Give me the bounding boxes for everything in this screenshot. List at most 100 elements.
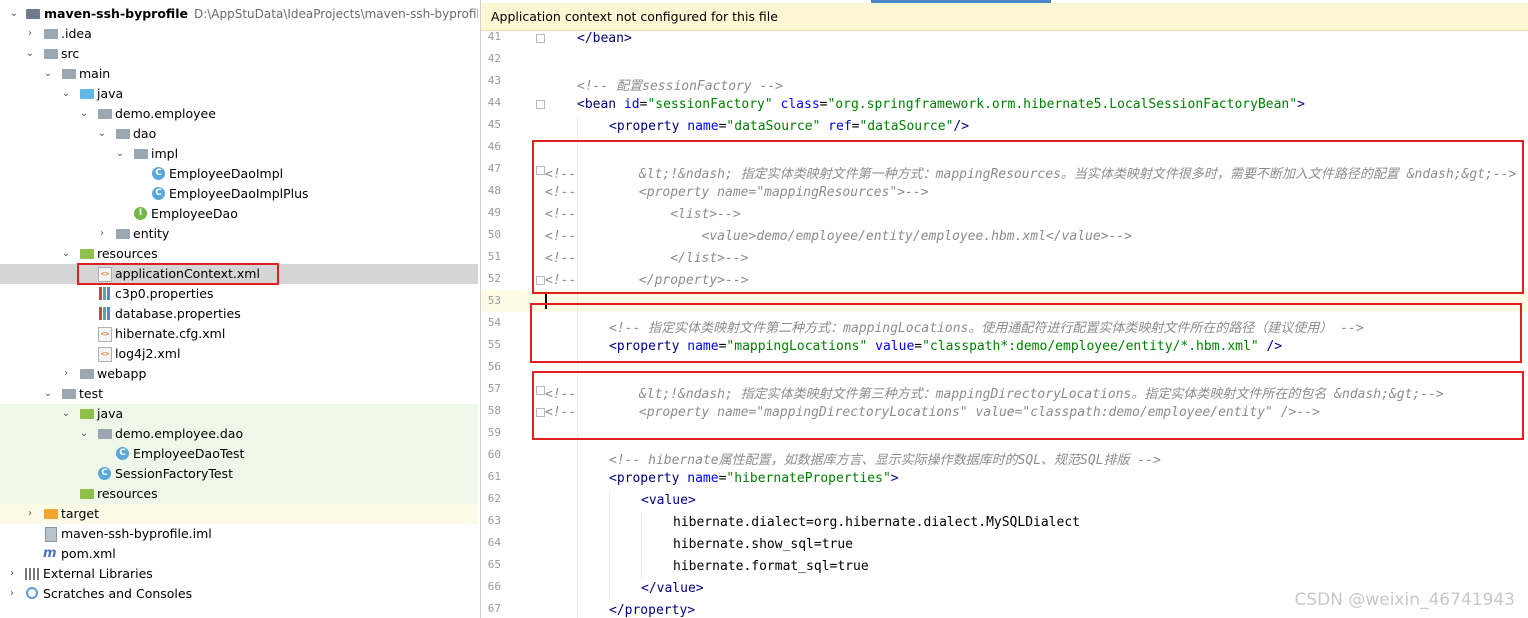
- tree-item-demo-employee[interactable]: ⌄ demo.employee: [0, 104, 478, 124]
- tree-item-target[interactable]: › target: [0, 504, 478, 524]
- chevron-down-icon[interactable]: ⌄: [8, 4, 20, 24]
- chevron-right-icon[interactable]: ›: [60, 364, 72, 384]
- code-token: </bean>: [577, 31, 632, 46]
- line-number: 55: [487, 338, 501, 351]
- tree-item-label: c3p0.properties: [115, 286, 214, 301]
- fold-marker[interactable]: [536, 34, 545, 43]
- chevron-down-icon[interactable]: ⌄: [42, 384, 54, 404]
- code-token: >: [890, 471, 899, 486]
- tree-item-external-libraries[interactable]: › External Libraries: [0, 564, 478, 584]
- tree-item-test[interactable]: ⌄ test: [0, 384, 478, 404]
- code-token: <property: [609, 119, 688, 134]
- tree-item-test-resources[interactable]: resources: [0, 484, 478, 504]
- line-number: 49: [487, 206, 501, 219]
- code-token: />: [953, 119, 970, 134]
- tree-item-label: pom.xml: [61, 546, 116, 561]
- code-line: <!-- hibernate属性配置，如数据库方言、显示实际操作数据库时的SQL…: [609, 449, 1161, 468]
- line-number: 43: [487, 74, 501, 87]
- code-token: <property: [609, 471, 688, 486]
- tree-item-main-java[interactable]: ⌄ java: [0, 84, 478, 104]
- tree-item-sessionfactorytest[interactable]: C SessionFactoryTest: [0, 464, 478, 484]
- tree-item-label: java: [97, 86, 124, 101]
- highlight-box: [530, 303, 1522, 363]
- tree-item-employeedaoimpl[interactable]: C EmployeeDaoImpl: [0, 164, 478, 184]
- tree-item-pom[interactable]: m pom.xml: [0, 544, 478, 564]
- tree-item-src[interactable]: ⌄ src: [0, 44, 478, 64]
- tree-item-entity[interactable]: › entity: [0, 224, 478, 244]
- chevron-down-icon[interactable]: ⌄: [60, 84, 72, 104]
- chevron-down-icon[interactable]: ⌄: [78, 104, 90, 124]
- line-number: 64: [487, 536, 501, 549]
- code-token: <bean: [577, 97, 624, 112]
- folder-icon: [62, 389, 76, 399]
- tree-item-idea[interactable]: › .idea: [0, 24, 478, 44]
- chevron-down-icon[interactable]: ⌄: [60, 404, 72, 424]
- tree-item-iml[interactable]: maven-ssh-byprofile.iml: [0, 524, 478, 544]
- tree-item-webapp[interactable]: › webapp: [0, 364, 478, 384]
- tree-item-c3p0-properties[interactable]: c3p0.properties: [0, 284, 478, 304]
- chevron-right-icon[interactable]: ›: [24, 504, 36, 524]
- line-number: 41: [487, 30, 501, 43]
- code-token: name: [687, 119, 719, 134]
- tree-item-test-java[interactable]: ⌄ java: [0, 404, 478, 424]
- tree-item-demo-employee-dao[interactable]: ⌄ demo.employee.dao: [0, 424, 478, 444]
- code-line: hibernate.show_sql=true: [673, 537, 853, 552]
- notification-banner: Application context not configured for t…: [481, 3, 1528, 31]
- line-number: 52: [487, 272, 501, 285]
- folder-icon: [44, 29, 58, 39]
- tree-item-employeedaoimplplus[interactable]: C EmployeeDaoImplPlus: [0, 184, 478, 204]
- code-line: hibernate.dialect=org.hibernate.dialect.…: [673, 515, 1080, 530]
- chevron-down-icon[interactable]: ⌄: [24, 44, 36, 64]
- code-token: <value>: [641, 493, 696, 508]
- tree-item-label: main: [79, 66, 111, 81]
- chevron-down-icon[interactable]: ⌄: [60, 244, 72, 264]
- tree-item-employeedaotest[interactable]: C EmployeeDaoTest: [0, 444, 478, 464]
- code-line: hibernate.format_sql=true: [673, 559, 869, 574]
- tree-item-label: log4j2.xml: [115, 346, 181, 361]
- tree-item-project-root[interactable]: ⌄ maven-ssh-byprofile D:\AppStuData\IdeaP…: [0, 4, 478, 24]
- fold-marker[interactable]: [536, 100, 545, 109]
- chevron-right-icon[interactable]: ›: [96, 224, 108, 244]
- chevron-down-icon[interactable]: ⌄: [96, 124, 108, 144]
- code-token: "org.springframework.orm.hibernate5.Loca…: [827, 97, 1298, 112]
- tree-item-impl[interactable]: ⌄ impl: [0, 144, 478, 164]
- code-token: </property>: [609, 603, 696, 618]
- line-number: 63: [487, 514, 501, 527]
- tree-item-dao[interactable]: ⌄ dao: [0, 124, 478, 144]
- line-number: 46: [487, 140, 501, 153]
- code-token: "dataSource": [726, 119, 821, 134]
- chevron-down-icon[interactable]: ⌄: [114, 144, 126, 164]
- chevron-right-icon[interactable]: ›: [6, 584, 18, 604]
- code-editor[interactable]: Application context not configured for t…: [480, 0, 1528, 618]
- tree-item-label: resources: [97, 486, 158, 501]
- project-tree: ⌄ maven-ssh-byprofile D:\AppStuData\IdeaP…: [0, 0, 478, 618]
- tree-item-label: Scratches and Consoles: [43, 586, 193, 601]
- watermark: CSDN @weixin_46741943: [1294, 590, 1515, 610]
- tree-item-main[interactable]: ⌄ main: [0, 64, 478, 84]
- chevron-right-icon[interactable]: ›: [6, 564, 18, 584]
- code-token: </value>: [641, 581, 704, 596]
- tree-item-label: hibernate.cfg.xml: [115, 326, 226, 341]
- tree-item-main-resources[interactable]: ⌄ resources: [0, 244, 478, 264]
- code-line: <property name="dataSource" ref="dataSou…: [609, 119, 969, 134]
- tree-item-label: EmployeeDao: [151, 206, 238, 221]
- code-token: ref: [828, 119, 852, 134]
- chevron-down-icon[interactable]: ⌄: [78, 424, 90, 444]
- interface-icon: I: [134, 207, 147, 220]
- tree-item-database-properties[interactable]: database.properties: [0, 304, 478, 324]
- chevron-down-icon[interactable]: ⌄: [42, 64, 54, 84]
- line-number: 45: [487, 118, 501, 131]
- line-number: 67: [487, 602, 501, 615]
- tree-item-label: java: [97, 406, 124, 421]
- tree-item-hibernate-cfg[interactable]: <> hibernate.cfg.xml: [0, 324, 478, 344]
- tree-item-label: SessionFactoryTest: [115, 466, 233, 481]
- chevron-right-icon[interactable]: ›: [24, 24, 36, 44]
- tree-item-log4j2[interactable]: <> log4j2.xml: [0, 344, 478, 364]
- xml-file-icon: <>: [98, 347, 112, 362]
- tree-item-employeedao[interactable]: I EmployeeDao: [0, 204, 478, 224]
- tree-item-scratches[interactable]: › Scratches and Consoles: [0, 584, 478, 604]
- code-token: hibernate.show_sql=true: [673, 537, 854, 552]
- tree-item-label: EmployeeDaoImplPlus: [169, 186, 309, 201]
- excluded-folder-icon: [44, 509, 58, 519]
